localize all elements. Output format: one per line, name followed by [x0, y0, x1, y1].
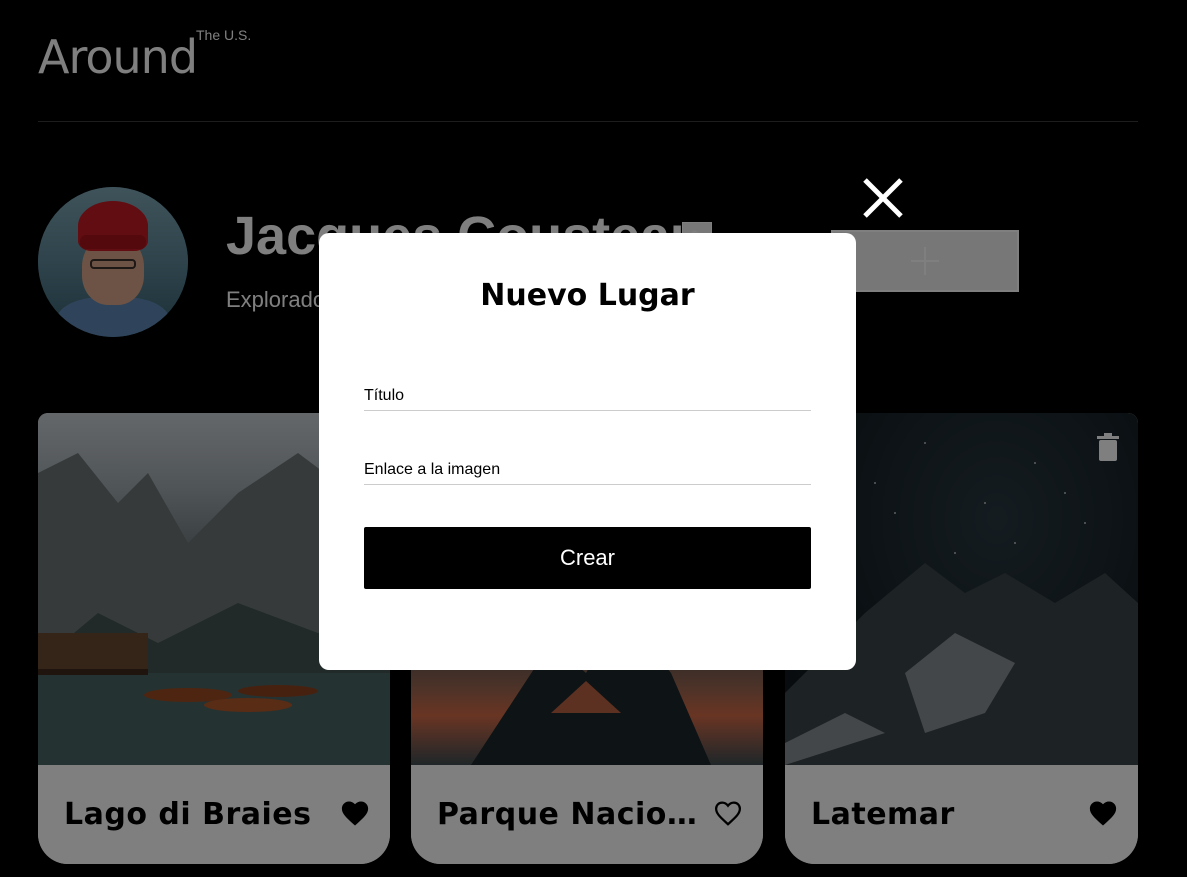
create-button[interactable]: Crear — [364, 527, 811, 589]
place-title-input[interactable] — [364, 381, 811, 411]
image-link-input[interactable] — [364, 455, 811, 485]
close-popup-button[interactable] — [860, 175, 906, 221]
popup-title: Nuevo Lugar — [480, 278, 695, 313]
close-icon — [863, 178, 903, 218]
new-place-popup: Nuevo Lugar Crear — [319, 233, 856, 670]
